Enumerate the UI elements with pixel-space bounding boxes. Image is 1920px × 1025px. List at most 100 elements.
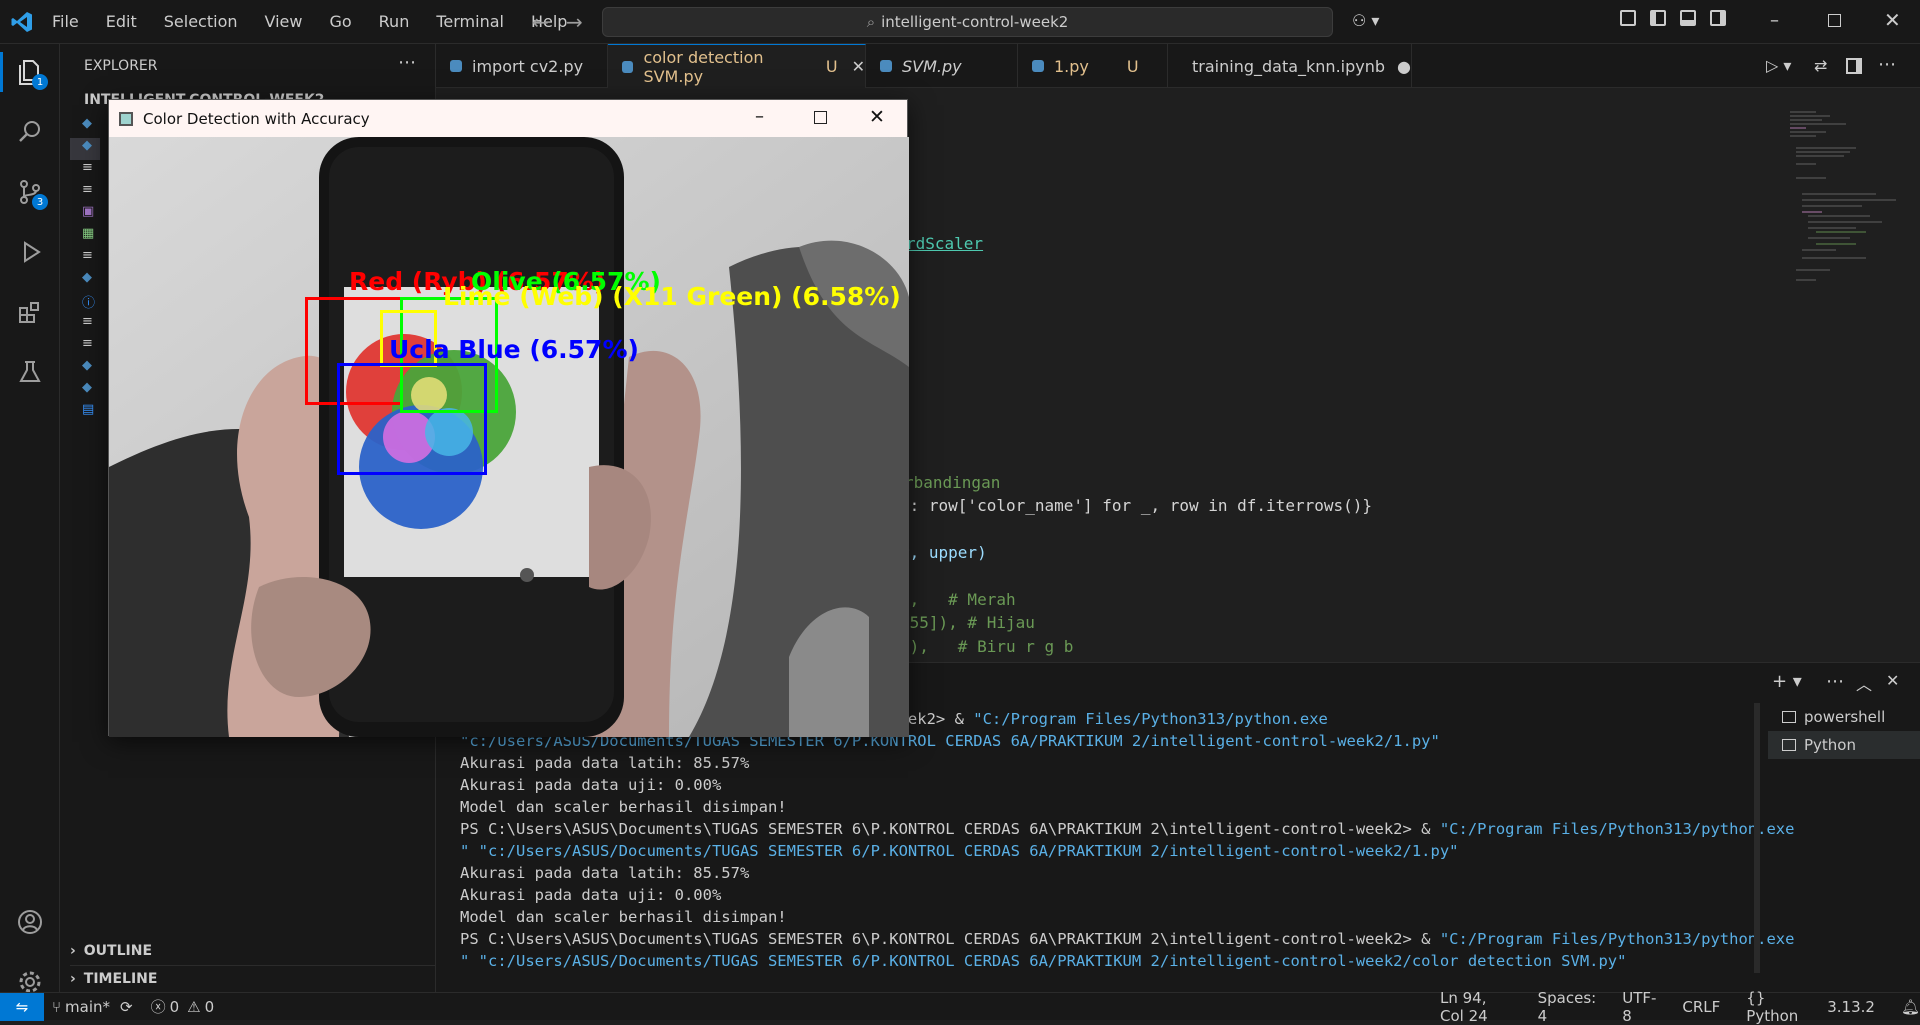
- copilot-icon[interactable]: ⚇ ▾: [1352, 11, 1379, 30]
- menu-run[interactable]: Run: [379, 12, 410, 31]
- testing-flask-icon[interactable]: [10, 352, 50, 392]
- more-actions-icon[interactable]: ⋯: [1878, 54, 1896, 75]
- file-icon-text[interactable]: ≡: [70, 248, 100, 270]
- search-icon: ⌕: [866, 13, 876, 31]
- timeline-section[interactable]: › TIMELINE: [70, 965, 436, 991]
- file-icon-text[interactable]: ≡: [70, 160, 100, 182]
- file-icon-py-selected[interactable]: ◆: [70, 138, 100, 160]
- file-icon-py[interactable]: ◆: [70, 270, 100, 292]
- new-terminal-icon[interactable]: + ▾: [1772, 671, 1802, 692]
- terminal-text: Akurasi pada data latih: 85.57%: [460, 754, 750, 772]
- python-file-icon: [622, 60, 634, 73]
- opencv-app-icon: [119, 111, 133, 126]
- close-window-icon[interactable]: ✕: [869, 106, 885, 128]
- forward-arrow-icon[interactable]: →: [566, 10, 583, 34]
- file-icon-text[interactable]: ≡: [70, 336, 100, 358]
- file-icon-info[interactable]: ⓘ: [70, 292, 100, 314]
- vscode-logo-icon: [10, 10, 34, 34]
- code-fragment: ), # Merah: [900, 590, 1016, 609]
- toggle-secondary-sidebar-icon[interactable]: [1710, 10, 1726, 26]
- notification-bell-icon[interactable]: 🔔︎: [1901, 998, 1920, 1016]
- sync-icon[interactable]: ⟳: [120, 998, 133, 1016]
- toggle-sidebar-icon[interactable]: [1650, 10, 1666, 26]
- close-tab-icon[interactable]: ✕: [852, 57, 865, 76]
- terminal-line: Akurasi pada data uji: 0.00%: [460, 884, 1794, 906]
- compare-changes-icon[interactable]: ⇄: [1814, 56, 1827, 75]
- tab-svm[interactable]: SVM.py: [866, 44, 1018, 88]
- terminal-path: "C:/Program Files/Python313/python.exe: [1439, 930, 1795, 948]
- language-label: Python: [1746, 1007, 1799, 1025]
- branch-name[interactable]: main*: [65, 998, 110, 1016]
- minimap[interactable]: [1786, 108, 1906, 308]
- opencv-window[interactable]: Color Detection with Accuracy – ✕ Red (R…: [108, 99, 909, 737]
- end-of-line[interactable]: CRLF: [1682, 998, 1720, 1016]
- maximize-panel-icon[interactable]: ︿: [1856, 671, 1872, 695]
- tab-training-data-knn[interactable]: training_data_knn.ipynb ●: [1168, 44, 1412, 88]
- minimize-window-icon[interactable]: –: [1770, 10, 1779, 31]
- tab-1py[interactable]: 1.py U: [1018, 44, 1168, 88]
- menu-file[interactable]: File: [52, 12, 79, 31]
- file-icon-image[interactable]: ▣: [70, 204, 100, 226]
- terminal-name: Python: [1804, 736, 1856, 754]
- remote-indicator-icon[interactable]: ⇋: [0, 992, 44, 1021]
- python-version[interactable]: 3.13.2: [1827, 998, 1875, 1016]
- minimize-window-icon[interactable]: –: [755, 106, 764, 127]
- close-panel-icon[interactable]: ✕: [1886, 671, 1899, 690]
- braces-icon: {}: [1746, 989, 1766, 1007]
- file-icon-py[interactable]: ◆: [70, 116, 100, 138]
- outline-section[interactable]: › OUTLINE: [70, 938, 152, 964]
- more-actions-icon[interactable]: ⋯: [398, 52, 416, 73]
- command-center-search[interactable]: ⌕ intelligent-control-week2: [602, 7, 1333, 37]
- opencv-title-bar[interactable]: Color Detection with Accuracy – ✕: [109, 100, 907, 137]
- terminal-line: Model dan scaler berhasil disimpan!: [460, 796, 1794, 818]
- terminal-name: powershell: [1804, 708, 1886, 726]
- menu-terminal[interactable]: Terminal: [436, 12, 504, 31]
- terminal-output[interactable]: ROL CERDAS 6A\PRAKTIKUM 2\intelligent-co…: [460, 708, 1794, 972]
- terminal-path: "C:/Program Files/Python313/python.exe: [973, 710, 1328, 728]
- file-icon-text[interactable]: ≡: [70, 314, 100, 336]
- explorer-badge: 1: [32, 74, 48, 90]
- file-icon-csv[interactable]: ▦: [70, 226, 100, 248]
- menu-go[interactable]: Go: [329, 12, 351, 31]
- search-icon[interactable]: [10, 112, 50, 152]
- file-icon-notebook[interactable]: ▤: [70, 402, 100, 424]
- source-control-icon[interactable]: 3: [10, 172, 50, 212]
- tab-import-cv2[interactable]: import cv2.py: [436, 44, 608, 88]
- menu-selection[interactable]: Selection: [164, 12, 238, 31]
- restore-window-icon[interactable]: [1828, 14, 1841, 27]
- customize-layout-icon[interactable]: [1620, 10, 1636, 26]
- file-icon-text[interactable]: ≡: [70, 182, 100, 204]
- run-python-file-icon[interactable]: ▷ ▾: [1766, 56, 1791, 75]
- terminal-scrollbar[interactable]: [1754, 703, 1760, 973]
- warning-count[interactable]: 0: [205, 998, 215, 1016]
- tab-label: SVM.py: [902, 56, 962, 76]
- account-icon[interactable]: [10, 902, 50, 942]
- terminal-icon: [1782, 739, 1796, 751]
- terminal-path: " "c:/Users/ASUS/Documents/TUGAS SEMESTE…: [460, 842, 1459, 860]
- tab-color-detection-svm[interactable]: color detection SVM.py U ✕: [608, 44, 866, 88]
- explorer-icon[interactable]: 1: [10, 52, 50, 92]
- menu-edit[interactable]: Edit: [106, 12, 137, 31]
- camera-image: [109, 137, 909, 737]
- detection-label-blue: Ucla Blue (6.57%): [389, 335, 639, 364]
- terminal-line: Akurasi pada data latih: 85.57%: [460, 862, 1794, 884]
- camera-frame: Red (Ryb) (6.57%) Olive (6.57%) Lime (We…: [109, 137, 909, 737]
- code-fragment: rdScaler: [906, 234, 984, 253]
- menu-view[interactable]: View: [265, 12, 303, 31]
- split-editor-icon[interactable]: [1846, 58, 1862, 74]
- branch-icon: ⑂: [52, 997, 62, 1016]
- close-window-icon[interactable]: ✕: [1884, 8, 1901, 32]
- tab-modified-indicator: U: [1126, 56, 1139, 76]
- file-icon-py[interactable]: ◆: [70, 380, 100, 402]
- more-actions-icon[interactable]: ⋯: [1826, 671, 1844, 692]
- back-arrow-icon[interactable]: ←: [532, 10, 549, 34]
- error-count[interactable]: 0: [170, 998, 180, 1016]
- toggle-panel-icon[interactable]: [1680, 10, 1696, 26]
- file-icon-py[interactable]: ◆: [70, 358, 100, 380]
- terminal-item-python[interactable]: Python: [1768, 731, 1920, 759]
- chevron-right-icon: ›: [70, 943, 76, 959]
- maximize-window-icon[interactable]: [814, 111, 827, 124]
- run-debug-icon[interactable]: [10, 232, 50, 272]
- terminal-item-powershell[interactable]: powershell: [1768, 703, 1920, 731]
- extensions-icon[interactable]: [10, 292, 50, 332]
